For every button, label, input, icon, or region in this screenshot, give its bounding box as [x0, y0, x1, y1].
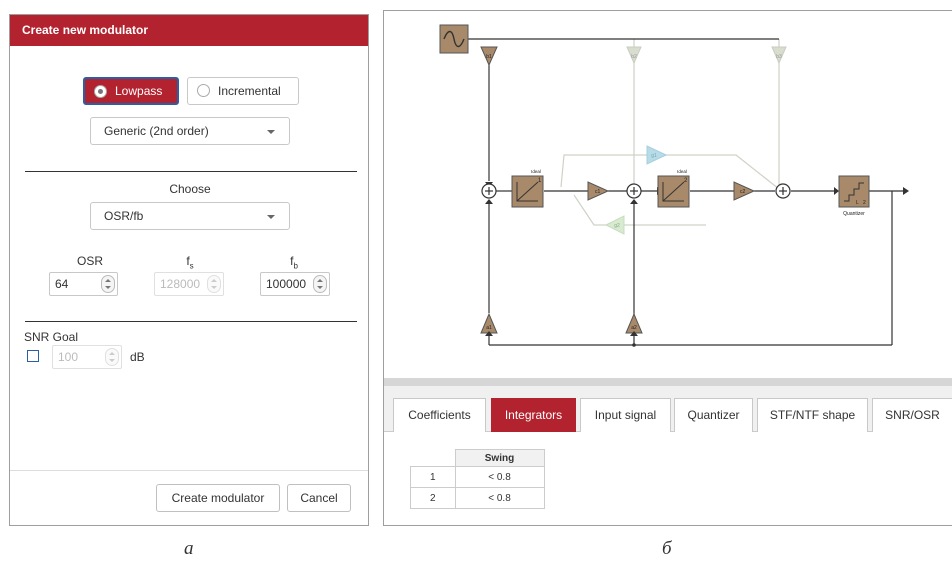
svg-text:g2: g2: [614, 223, 620, 229]
svg-text:b1: b1: [486, 54, 492, 60]
footer-divider: [10, 470, 368, 471]
svg-text:b3: b3: [776, 54, 782, 60]
incremental-label: Incremental: [218, 84, 281, 98]
lowpass-radio-button[interactable]: Lowpass: [83, 77, 179, 105]
swing-header: Swing: [454, 449, 545, 467]
divider: [25, 321, 357, 322]
fs-label: fs: [186, 254, 194, 271]
c1-gain: c1: [587, 181, 610, 201]
chevron-down-icon: [267, 215, 275, 219]
svg-text:a1: a1: [486, 325, 492, 331]
swing-value[interactable]: < 0.8: [454, 487, 545, 509]
tab-stf-ntf-shape[interactable]: STF/NTF shape: [757, 398, 868, 432]
c2-gain: c2: [733, 181, 756, 201]
order-select-value: Generic (2nd order): [104, 124, 209, 138]
integrator-1-block: 1 Ideal: [511, 169, 544, 208]
create-modulator-button[interactable]: Create modulator: [156, 484, 280, 512]
svg-text:c2: c2: [740, 189, 746, 195]
fb-input[interactable]: 100000: [260, 272, 330, 296]
svg-text:2: 2: [863, 200, 866, 206]
sum-junction-2: [626, 183, 642, 199]
svg-text:c1: c1: [595, 189, 601, 195]
tab-integrators[interactable]: Integrators: [491, 398, 576, 432]
sine-source-block: [439, 24, 469, 54]
table-header-row: Swing: [410, 449, 545, 467]
spinner-icon[interactable]: [313, 275, 327, 293]
svg-text:Ideal: Ideal: [531, 169, 541, 174]
tab-input-signal[interactable]: Input signal: [580, 398, 671, 432]
order-select[interactable]: Generic (2nd order): [90, 117, 290, 145]
cancel-button[interactable]: Cancel: [287, 484, 351, 512]
fb-value: 100000: [266, 277, 307, 291]
row-index: 1: [410, 466, 456, 488]
sum-junction-1: [481, 183, 497, 199]
create-modulator-dialog: Create new modulator Lowpass Incremental…: [9, 14, 369, 526]
svg-text:a2: a2: [631, 325, 637, 331]
lowpass-label: Lowpass: [115, 84, 163, 98]
a2-gain: a2: [625, 312, 643, 334]
swing-value[interactable]: < 0.8: [454, 466, 545, 488]
caption-right: б: [662, 538, 672, 559]
osr-value: 64: [55, 277, 69, 291]
fs-value: 128000: [160, 277, 201, 291]
radio-dot-icon: [94, 85, 107, 98]
svg-text:g1: g1: [651, 153, 657, 159]
fb-label: fb: [290, 254, 298, 271]
spinner-icon: [105, 348, 119, 366]
integrator-2-block: 2 Ideal: [657, 169, 690, 208]
param-select[interactable]: OSR/fb: [90, 202, 290, 230]
tab-quantizer[interactable]: Quantizer: [674, 398, 753, 432]
g2-gain-faded: g2: [604, 215, 625, 235]
choose-label: Choose: [169, 182, 211, 196]
param-select-value: OSR/fb: [104, 209, 144, 223]
snr-goal-label: SNR Goal: [24, 330, 79, 344]
tab-strip: Coefficients Integrators Input signal Qu…: [384, 386, 952, 432]
tab-snr-osr[interactable]: SNR/OSR: [872, 398, 952, 432]
row-index: 2: [410, 487, 456, 509]
swing-table: Swing 1 < 0.8 2 < 0.8: [410, 449, 545, 509]
svg-text:Quantizer: Quantizer: [843, 211, 865, 217]
a1-gain: a1: [480, 312, 498, 334]
osr-input[interactable]: 64: [49, 272, 118, 296]
sum-junction-3: [775, 183, 791, 199]
snr-goal-input: 100: [52, 345, 122, 369]
snr-goal-checkbox[interactable]: [27, 350, 39, 362]
spinner-icon[interactable]: [101, 275, 115, 293]
fs-input: 128000: [154, 272, 224, 296]
b1-gain: b1: [480, 46, 498, 67]
table-row: 1 < 0.8: [410, 466, 545, 488]
osr-label: OSR: [76, 254, 103, 268]
quantizer-block: L 2 Quantizer: [838, 175, 870, 217]
snr-unit-label: dB: [130, 350, 145, 364]
chevron-down-icon: [267, 130, 275, 134]
modulator-view: b2 b3 b1 g1 g2 1 Ideal c1 2 Ideal c2 L 2…: [383, 10, 952, 526]
panel-splitter[interactable]: [384, 378, 952, 386]
incremental-radio-button[interactable]: Incremental: [187, 77, 299, 105]
table-row: 2 < 0.8: [410, 487, 545, 509]
dialog-title: Create new modulator: [10, 15, 368, 46]
caption-left: а: [184, 538, 194, 559]
spinner-icon: [207, 275, 221, 293]
divider: [25, 171, 357, 172]
b3-gain-faded: b3: [771, 46, 787, 65]
b2-gain-faded: b2: [626, 46, 642, 65]
tab-coefficients[interactable]: Coefficients: [393, 398, 486, 432]
g1-gain-faded: g1: [646, 145, 668, 165]
radio-dot-icon: [197, 84, 210, 97]
block-diagram[interactable]: b2 b3 b1 g1 g2 1 Ideal c1 2 Ideal c2 L 2…: [384, 11, 952, 378]
svg-text:L: L: [856, 200, 859, 206]
snr-goal-value: 100: [58, 350, 79, 364]
svg-text:Ideal: Ideal: [677, 169, 687, 174]
svg-text:b2: b2: [631, 54, 637, 60]
